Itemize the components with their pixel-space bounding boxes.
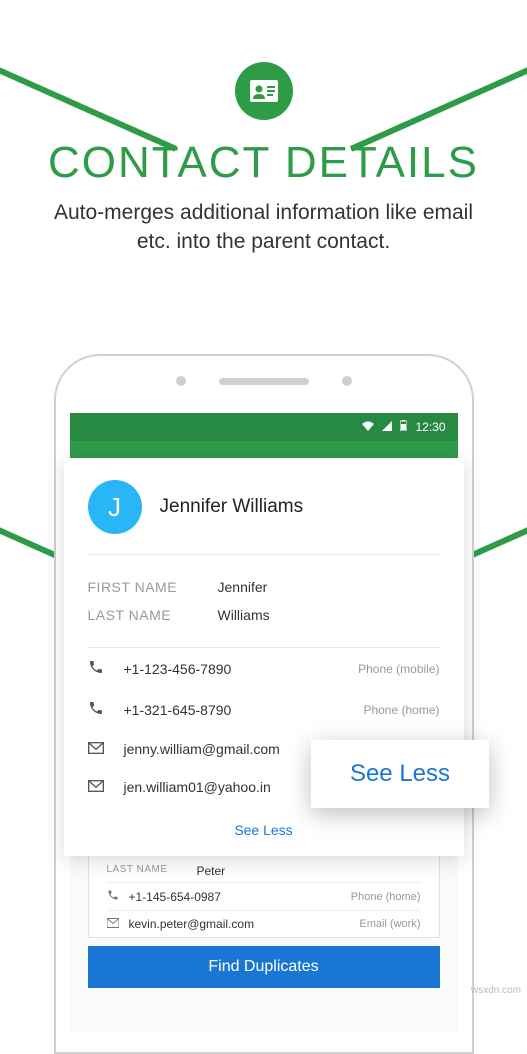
phone-icon — [107, 889, 119, 904]
decoration-line — [0, 32, 177, 151]
phone-speaker — [219, 378, 309, 385]
email-icon — [88, 741, 108, 757]
status-bar: 12:30 — [70, 413, 458, 441]
last-name-label: LAST NAME — [107, 864, 197, 878]
card-header: J Jennifer Williams — [88, 480, 440, 555]
email-value: kevin.peter@gmail.com — [129, 917, 360, 931]
page-title: CONTACT DETAILS — [0, 138, 527, 188]
phone-icon — [88, 659, 108, 678]
last-name-value: Peter — [197, 864, 226, 878]
decoration-line — [350, 32, 527, 151]
wifi-icon — [362, 420, 374, 434]
phone-camera — [176, 376, 186, 386]
page-subtitle: Auto-merges additional information like … — [40, 198, 487, 257]
watermark: wsxdn.com — [471, 985, 521, 996]
avatar: J — [88, 480, 142, 534]
phone-type: Phone (home) — [351, 891, 421, 903]
list-item: kevin.peter@gmail.com Email (work) — [107, 910, 421, 937]
phone-type: Phone (mobile) — [358, 662, 439, 676]
signal-icon — [382, 420, 392, 434]
see-less-popup[interactable]: See Less — [311, 740, 489, 808]
list-item: +1-145-654-0987 Phone (home) — [107, 882, 421, 910]
find-duplicates-button[interactable]: Find Duplicates — [88, 946, 440, 988]
contact-card-icon — [235, 62, 293, 120]
phone-type: Phone (home) — [363, 703, 439, 717]
phone-value: +1-321-645-8790 — [124, 702, 364, 718]
phone-value: +1-145-654-0987 — [129, 890, 351, 904]
contact-full-name: Jennifer Williams — [160, 496, 304, 518]
first-name-label: FIRST NAME — [88, 579, 218, 595]
email-icon — [107, 917, 119, 931]
phone-sensor — [342, 376, 352, 386]
status-time: 12:30 — [415, 420, 445, 434]
email-icon — [88, 779, 108, 795]
list-item: +1-321-645-8790 Phone (home) — [88, 689, 440, 730]
last-name-label: LAST NAME — [88, 607, 218, 623]
phone-value: +1-123-456-7890 — [124, 661, 359, 677]
phone-icon — [88, 700, 108, 719]
first-name-value: Jennifer — [218, 579, 268, 595]
battery-icon — [400, 420, 407, 434]
see-less-link[interactable]: See Less — [234, 822, 292, 838]
name-section: FIRST NAMEJennifer LAST NAMEWilliams — [88, 555, 440, 648]
list-item: +1-123-456-7890 Phone (mobile) — [88, 648, 440, 689]
last-name-value: Williams — [218, 607, 270, 623]
email-type: Email (work) — [359, 918, 420, 930]
